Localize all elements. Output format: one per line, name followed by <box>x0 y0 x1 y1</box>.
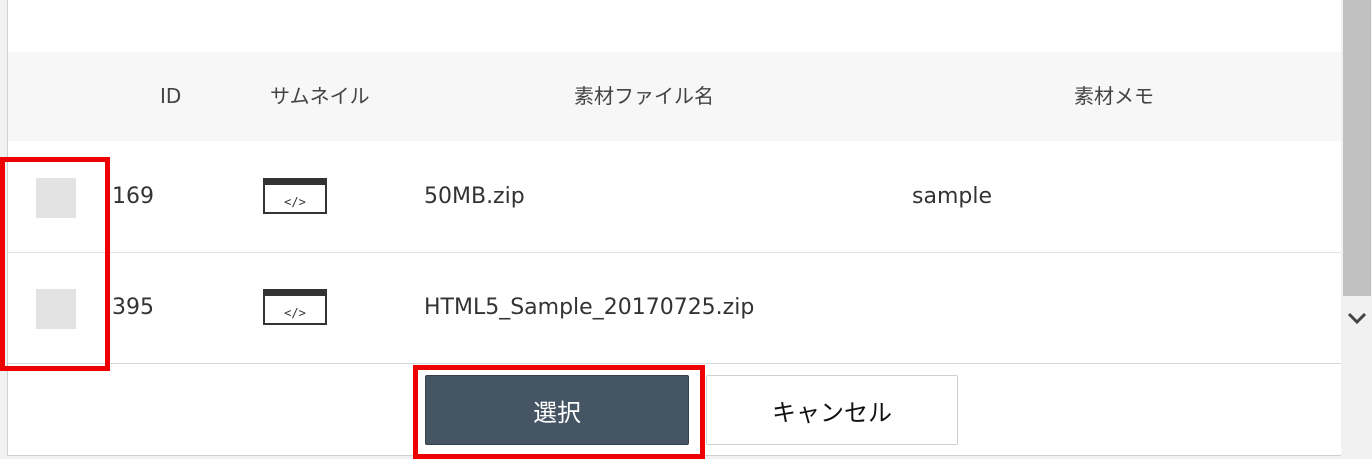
cancel-button[interactable]: キャンセル <box>706 375 958 445</box>
row-id: 169 <box>112 184 154 209</box>
column-header-memo: 素材メモ <box>1074 84 1154 108</box>
column-header-thumbnail: サムネイル <box>270 84 370 108</box>
row-checkbox[interactable] <box>36 178 76 218</box>
svg-text:</>: </> <box>284 306 306 320</box>
column-header-filename: 素材ファイル名 <box>574 84 714 108</box>
file-select-dialog: ID サムネイル 素材ファイル名 素材メモ 169 </> 50MB.zip s… <box>7 0 1341 456</box>
chevron-down-icon[interactable] <box>1345 306 1369 330</box>
table-header: ID サムネイル 素材ファイル名 素材メモ <box>8 52 1341 141</box>
row-filename: HTML5_Sample_20170725.zip <box>424 295 755 320</box>
column-header-id: ID <box>160 84 182 108</box>
row-filename: 50MB.zip <box>424 184 525 209</box>
table-row: 169 </> 50MB.zip sample <box>8 142 1341 253</box>
table-row: 395 </> HTML5_Sample_20170725.zip <box>8 253 1341 363</box>
row-memo: sample <box>912 184 992 209</box>
table-divider <box>8 363 1341 364</box>
code-file-icon: </> <box>263 289 327 325</box>
svg-text:</>: </> <box>284 195 306 209</box>
scrollbar-thumb[interactable] <box>1343 0 1371 296</box>
vertical-scrollbar[interactable] <box>1342 0 1372 458</box>
code-file-icon: </> <box>263 178 327 214</box>
row-checkbox[interactable] <box>36 289 76 329</box>
row-id: 395 <box>112 295 154 320</box>
select-button[interactable]: 選択 <box>425 375 689 445</box>
